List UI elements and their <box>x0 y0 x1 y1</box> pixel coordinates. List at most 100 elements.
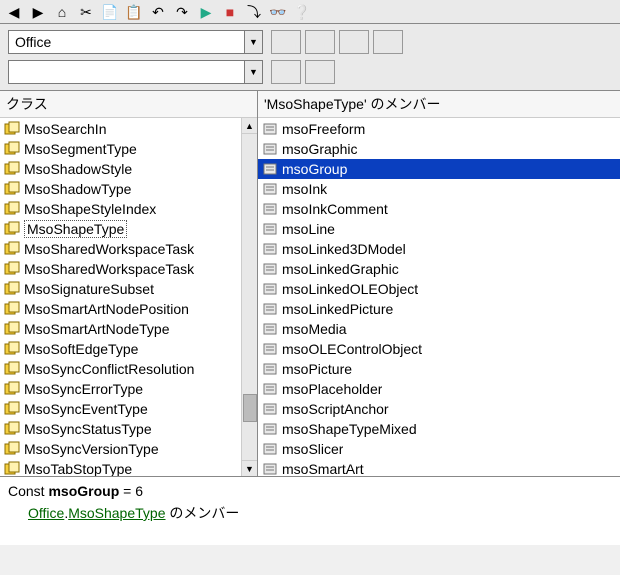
class-item[interactable]: MsoShapeType <box>0 219 257 239</box>
member-item[interactable]: msoLinkedPicture <box>258 299 620 319</box>
member-item[interactable]: msoLinked3DModel <box>258 239 620 259</box>
member-item[interactable]: msoLinkedGraphic <box>258 259 620 279</box>
detail-pane: Const msoGroup = 6 Office.MsoShapeType の… <box>0 477 620 545</box>
class-item[interactable]: MsoSegmentType <box>0 139 257 159</box>
class-item[interactable]: MsoSearchIn <box>0 119 257 139</box>
member-item[interactable]: msoMedia <box>258 319 620 339</box>
member-item[interactable]: msoOLEControlObject <box>258 339 620 359</box>
const-icon <box>262 461 278 476</box>
member-item-label: msoGroup <box>282 161 347 177</box>
member-item-label: msoLinkedPicture <box>282 301 393 317</box>
stop-icon[interactable]: ■ <box>220 2 240 22</box>
scroll-down-icon[interactable]: ▼ <box>242 460 257 476</box>
undo-icon[interactable]: ↶ <box>148 2 168 22</box>
toolbar-small-button[interactable] <box>271 60 301 84</box>
member-item-label: msoSmartArt <box>282 461 364 476</box>
members-list: msoFreeform msoGraphic msoGroup msoInkmsoIn… <box>258 118 620 476</box>
watch-icon[interactable]: 👓 <box>268 2 288 22</box>
class-item-label: MsoSyncEventType <box>24 401 148 417</box>
back-icon[interactable]: ◀ <box>4 2 24 22</box>
search-combo[interactable]: ▼ <box>8 60 263 84</box>
chevron-down-icon[interactable]: ▼ <box>244 31 262 53</box>
member-item[interactable]: msoGraphic <box>258 139 620 159</box>
class-item[interactable]: MsoSyncErrorType <box>0 379 257 399</box>
class-item[interactable]: MsoSyncEventType <box>0 399 257 419</box>
member-item[interactable]: msoShapeTypeMixed <box>258 419 620 439</box>
member-item[interactable]: msoGroup <box>258 159 620 179</box>
copy-icon[interactable]: 📄 <box>100 2 120 22</box>
member-item-label: msoFreeform <box>282 121 365 137</box>
class-item[interactable]: MsoShapeStyleIndex <box>0 199 257 219</box>
member-item-label: msoOLEControlObject <box>282 341 422 357</box>
run-icon[interactable]: ▶ <box>196 2 216 22</box>
class-item[interactable]: MsoSharedWorkspaceTask <box>0 259 257 279</box>
scrollbar[interactable]: ▲ ▼ <box>241 118 257 476</box>
redo-icon[interactable]: ↷ <box>172 2 192 22</box>
class-item-label: MsoSignatureSubset <box>24 281 154 297</box>
enum-icon <box>4 261 20 277</box>
cut-icon[interactable]: ✂ <box>76 2 96 22</box>
enum-icon <box>4 161 20 177</box>
member-item[interactable]: msoLinkedOLEObject <box>258 279 620 299</box>
member-item[interactable]: msoPicture <box>258 359 620 379</box>
detail-link-type[interactable]: MsoShapeType <box>68 505 165 521</box>
library-combo[interactable]: Office ▼ <box>8 30 263 54</box>
scroll-thumb[interactable] <box>243 394 257 422</box>
member-item[interactable]: msoLine <box>258 219 620 239</box>
class-item-label: MsoShapeType <box>24 220 127 238</box>
library-combo-value[interactable]: Office <box>9 31 244 53</box>
toolbar-small-button[interactable] <box>305 60 335 84</box>
class-item[interactable]: MsoSyncStatusType <box>0 419 257 439</box>
classes-header: クラス <box>0 91 257 118</box>
class-item[interactable]: MsoSmartArtNodePosition <box>0 299 257 319</box>
member-item-label: msoSlicer <box>282 441 343 457</box>
toolbar-small-button[interactable] <box>373 30 403 54</box>
enum-icon <box>4 441 20 457</box>
class-item[interactable]: MsoSyncConflictResolution <box>0 359 257 379</box>
member-item[interactable]: msoInkComment <box>258 199 620 219</box>
const-icon <box>262 281 278 297</box>
home-icon[interactable]: ⌂ <box>52 2 72 22</box>
member-item[interactable]: msoSmartArt <box>258 459 620 476</box>
enum-icon <box>4 121 20 137</box>
class-item[interactable]: MsoShadowStyle <box>0 159 257 179</box>
paste-icon[interactable]: 📋 <box>124 2 144 22</box>
class-item[interactable]: MsoTabStopType <box>0 459 257 476</box>
class-item[interactable]: MsoSyncVersionType <box>0 439 257 459</box>
member-item[interactable]: msoPlaceholder <box>258 379 620 399</box>
member-item-label: msoMedia <box>282 321 347 337</box>
member-item-label: msoLinkedGraphic <box>282 261 399 277</box>
class-item-label: MsoSharedWorkspaceTask <box>24 241 194 257</box>
toolbar-small-button[interactable] <box>339 30 369 54</box>
class-item-label: MsoSmartArtNodeType <box>24 321 170 337</box>
class-item[interactable]: MsoSmartArtNodeType <box>0 319 257 339</box>
detail-name: msoGroup <box>48 483 119 499</box>
chevron-down-icon[interactable]: ▼ <box>244 61 262 83</box>
const-icon <box>262 181 278 197</box>
scroll-up-icon[interactable]: ▲ <box>242 118 257 134</box>
const-icon <box>262 421 278 437</box>
class-item[interactable]: MsoSoftEdgeType <box>0 339 257 359</box>
member-item-label: msoShapeTypeMixed <box>282 421 417 437</box>
forward-icon[interactable]: ▶ <box>28 2 48 22</box>
member-item-label: msoPicture <box>282 361 352 377</box>
detail-link-office[interactable]: Office <box>28 505 64 521</box>
member-item-label: msoLine <box>282 221 335 237</box>
member-item[interactable]: msoScriptAnchor <box>258 399 620 419</box>
help-icon[interactable]: ❔ <box>292 2 312 22</box>
toolbar-small-button[interactable] <box>305 30 335 54</box>
member-item[interactable]: msoInk <box>258 179 620 199</box>
toolbar-small-button[interactable] <box>271 30 301 54</box>
class-item[interactable]: MsoShadowType <box>0 179 257 199</box>
member-item[interactable]: msoFreeform <box>258 119 620 139</box>
search-combo-value[interactable] <box>9 61 244 83</box>
class-item[interactable]: MsoSharedWorkspaceTask <box>0 239 257 259</box>
const-icon <box>262 141 278 157</box>
enum-icon <box>4 401 20 417</box>
const-icon <box>262 401 278 417</box>
detail-line-1: Const msoGroup = 6 <box>8 483 612 499</box>
step-icon[interactable]: ⤵ <box>244 2 264 22</box>
class-item[interactable]: MsoSignatureSubset <box>0 279 257 299</box>
const-icon <box>262 321 278 337</box>
member-item[interactable]: msoSlicer <box>258 439 620 459</box>
